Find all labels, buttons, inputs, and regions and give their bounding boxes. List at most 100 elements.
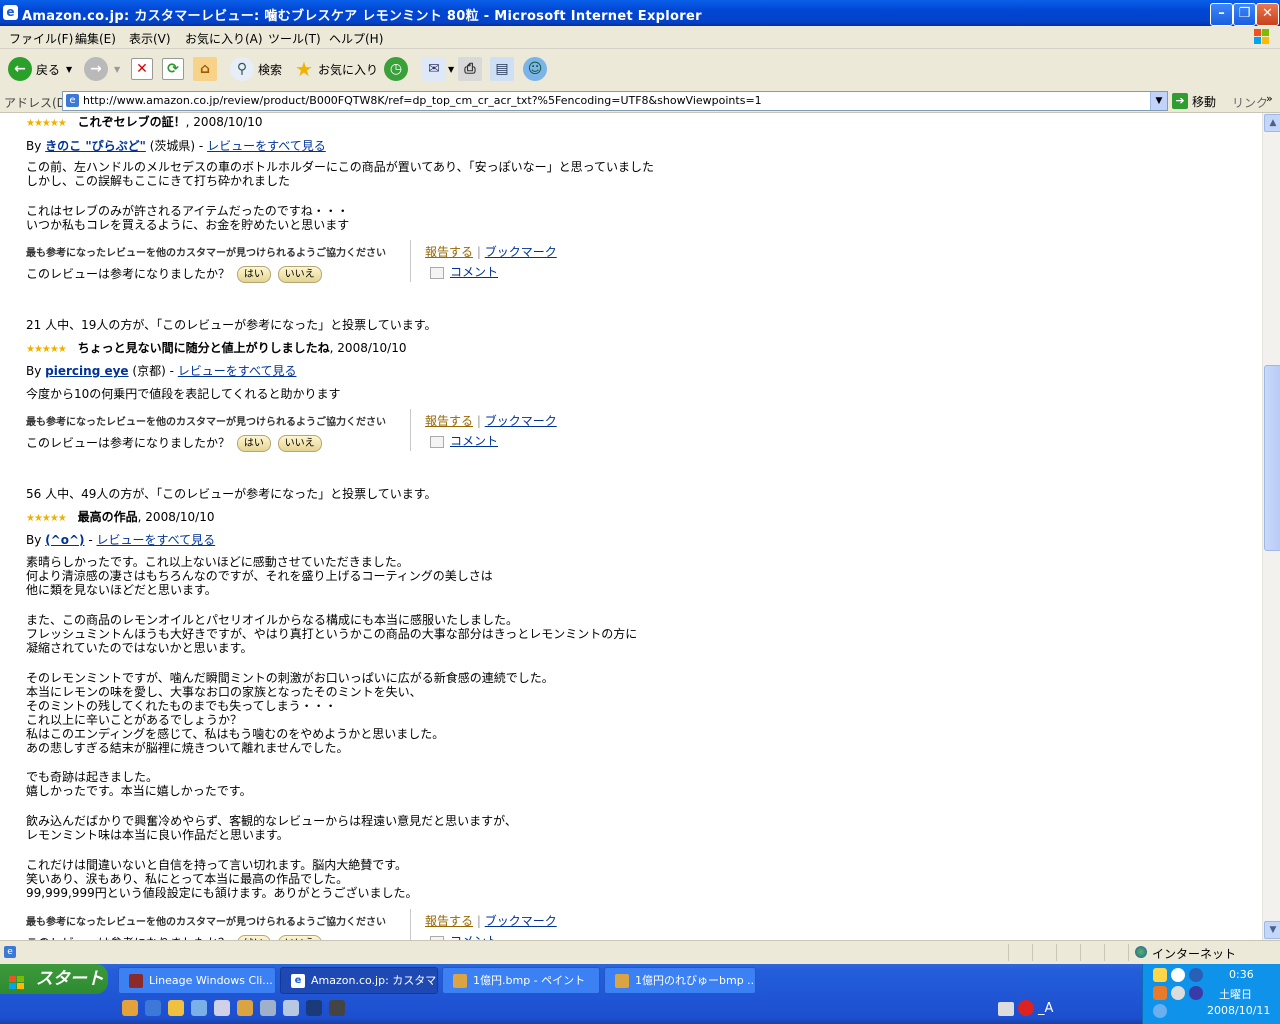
taskbar-item-amazon[interactable]: e Amazon.co.jp: カスタマ... [280,967,438,994]
vote-no-button[interactable]: いいえ [277,266,322,283]
status-divider [1008,944,1009,961]
author-link[interactable]: (^o^) [45,533,84,547]
author-link[interactable]: きのこ "ぴらぷど" [45,139,146,153]
messenger-button[interactable]: ☺ [523,57,547,81]
go-button[interactable]: ➔ 移動 [1172,92,1216,110]
scroll-down-button[interactable]: ▼ [1264,921,1280,939]
ime-mode[interactable]: _A [1038,1001,1053,1016]
author-link[interactable]: piercing eye [45,364,128,378]
explorer-icon[interactable] [283,1000,299,1016]
back-button[interactable]: ← 戻る ▼ [8,57,72,81]
menu-help[interactable]: ヘルプ(H) [329,30,383,47]
see-all-reviews-link[interactable]: レビューをすべて見る [207,139,326,153]
menu-view[interactable]: 表示(V) [129,30,171,47]
menu-favorites[interactable]: お気に入り(A) [185,30,263,47]
calculator-icon[interactable] [260,1000,276,1016]
by-label: By [26,533,42,547]
history-button[interactable]: ◷ [384,57,408,81]
taskbar-item-lineage[interactable]: Lineage Windows Cli... [118,967,276,994]
notepad-icon[interactable] [214,1000,230,1016]
keyboard-icon[interactable] [998,1002,1014,1016]
vote-yes-button[interactable]: はい [236,266,271,283]
window-titlebar[interactable]: e Amazon.co.jp: カスタマーレビュー: 噛むブレスケア レモンミン… [0,0,1280,26]
byline-dash: - [169,364,174,378]
taskbar-item-paint-2[interactable]: 1億円のれびゅーbmp ... [604,967,756,994]
start-button[interactable]: スタート [0,964,108,994]
menu-bar: ファイル(F) 編集(E) 表示(V) お気に入り(A) ツール(T) ヘルプ(… [0,26,1280,49]
menu-edit[interactable]: 編集(E) [75,30,116,47]
page-status-icon: e [4,946,16,958]
report-link[interactable]: 報告する [425,914,473,928]
clock-time[interactable]: 0:36 [1229,968,1254,981]
chevron-right-icon[interactable]: » [1266,92,1273,105]
stop-button[interactable]: ✕ [131,57,153,81]
forward-button[interactable]: → ▼ [84,57,120,81]
review-actions: 報告する | ブックマーク [425,243,557,260]
address-input[interactable]: e http://www.amazon.co.jp/review/product… [62,91,1168,111]
by-label: By [26,364,42,378]
tray-icon[interactable] [1153,968,1167,982]
vote-no-button[interactable]: いいえ [277,435,322,452]
tray-icon[interactable] [1153,986,1167,1000]
comment-link[interactable]: コメント [450,434,498,448]
tray-icon[interactable] [1189,986,1203,1000]
byline-dash: - [198,139,204,153]
menu-file[interactable]: ファイル(F) [9,30,73,47]
vertical-scrollbar[interactable]: ▲ ▼ [1262,113,1280,940]
address-dropdown-button[interactable]: ▼ [1150,92,1167,110]
chevron-down-icon: ▼ [448,64,455,74]
favorites-button[interactable]: ★ お気に入り [292,57,378,81]
see-all-reviews-link[interactable]: レビューをすべて見る [97,533,216,547]
bookmark-link[interactable]: ブックマーク [485,414,557,428]
report-link[interactable]: 報告する [425,245,473,259]
forward-arrow-icon: → [84,57,108,81]
mail-icon: ✉ [422,57,446,81]
tray-icon[interactable] [1171,968,1185,982]
minimize-button[interactable]: – [1210,3,1233,26]
command-prompt-icon[interactable] [329,1000,345,1016]
taskbar-item-paint-1[interactable]: 1億円.bmp - ペイント [442,967,600,994]
media-player-icon[interactable] [306,1000,322,1016]
address-bar: アドレス(D) e http://www.amazon.co.jp/review… [0,90,1280,113]
status-divider [1104,944,1105,961]
refresh-button[interactable]: ⟳ [162,57,184,81]
bookmark-link[interactable]: ブックマーク [485,245,557,259]
go-arrow-icon: ➔ [1172,93,1188,109]
print-button[interactable]: ⎙ [458,57,482,81]
search-label: 検索 [258,62,283,77]
quicklaunch-icon[interactable] [122,1000,138,1016]
taskbar: スタート Lineage Windows Cli... e Amazon.co.j… [0,964,1280,1024]
paint-brush-icon[interactable] [237,1000,253,1016]
see-all-reviews-link[interactable]: レビューをすべて見る [178,364,297,378]
mail-button[interactable]: ✉ ▼ [422,57,454,81]
helpful-question: このレビューは参考になりましたか？ はい いいえ [26,434,322,452]
search-button[interactable]: ⚲ 検索 [230,57,282,81]
report-link[interactable]: 報告する [425,414,473,428]
scroll-thumb[interactable] [1264,365,1280,551]
comment-link[interactable]: コメント [450,265,498,279]
tray-icon[interactable] [1189,968,1203,982]
close-button[interactable]: ✕ [1256,3,1279,26]
maximize-button[interactable]: ❐ [1233,3,1256,26]
edit-button[interactable]: ▤ [490,57,514,81]
scroll-up-button[interactable]: ▲ [1264,114,1280,132]
action-separator: | [476,245,481,259]
review-title: 最高の作品 [77,510,138,524]
bookmark-link[interactable]: ブックマーク [485,914,557,928]
tray-icon[interactable] [1171,986,1185,1000]
links-button[interactable]: リンク [1232,94,1268,111]
home-button[interactable]: ⌂ [193,57,217,81]
review-date: , 2008/10/10 [185,115,263,129]
ie-icon[interactable] [145,1000,161,1016]
vote-yes-button[interactable]: はい [236,435,271,452]
document-icon[interactable] [191,1000,207,1016]
tray-icon[interactable] [1153,1004,1167,1018]
clock-day: 土曜日 [1219,988,1252,1001]
review-byline: By きのこ "ぴらぷど" (茨城県) - レビューをすべて見る [26,137,326,154]
menu-tools[interactable]: ツール(T) [268,30,321,47]
chevron-down-icon: ▼ [114,64,121,74]
folder-icon[interactable] [168,1000,184,1016]
ime-icon[interactable] [1018,1000,1034,1016]
comment-row: コメント [430,432,498,449]
window-title: Amazon.co.jp: カスタマーレビュー: 噛むブレスケア レモンミント … [22,9,702,24]
